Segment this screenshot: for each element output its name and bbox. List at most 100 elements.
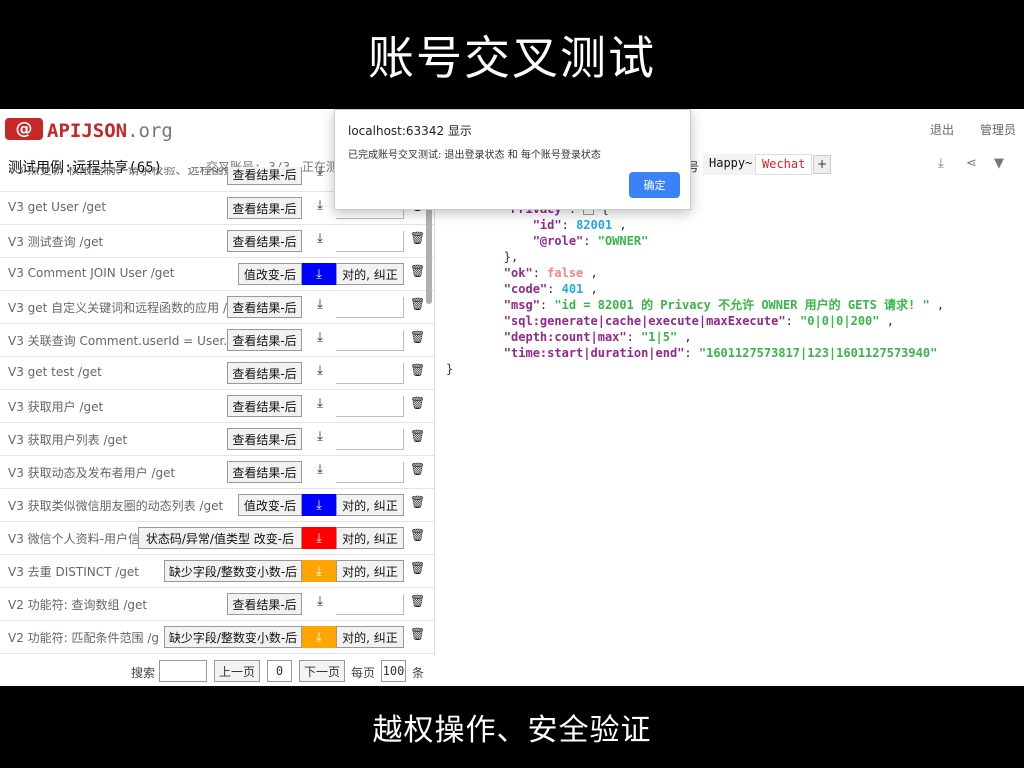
test-case-row[interactable]: V3 微信个人资料-用户信 状态码/异常/值类型 改变-后 ⤓ 对的, 纠正 🗑 bbox=[0, 522, 434, 555]
compare-field[interactable] bbox=[336, 363, 404, 384]
result-button[interactable]: 查看结果-后 bbox=[227, 167, 302, 185]
logo-badge: @ bbox=[5, 118, 43, 140]
per-page-label: 每页 bbox=[351, 666, 376, 680]
compare-field[interactable] bbox=[336, 594, 404, 615]
test-case-row[interactable]: V2 功能符: 查询数组 /get 查看结果-后 ⤓ 🗑 bbox=[0, 588, 434, 621]
download-icon[interactable]: ⤓ bbox=[938, 156, 944, 171]
trash-icon[interactable]: 🗑 bbox=[410, 396, 425, 410]
download-icon[interactable]: ⤓ bbox=[312, 396, 328, 416]
json-key: "id" bbox=[532, 218, 562, 232]
test-case-row[interactable]: V3 关联查询 Comment.userId = User. 查看结果-后 ⤓ 🗑 bbox=[0, 324, 434, 357]
download-icon[interactable]: ⤓ bbox=[302, 626, 336, 648]
download-icon[interactable]: ⤓ bbox=[302, 527, 336, 549]
result-button[interactable]: 状态码/异常/值类型 改变-后 bbox=[138, 527, 302, 549]
test-case-row[interactable]: V3 Comment JOIN User /get 值改变-后 ⤓ 对的, 纠正 🗑 bbox=[0, 258, 434, 291]
shirt-icon[interactable]: ▼ bbox=[994, 156, 1004, 171]
compare-field[interactable] bbox=[336, 429, 404, 450]
test-case-row[interactable]: V3 获取动态及发布者用户 /get 查看结果-后 ⤓ 🗑 bbox=[0, 456, 434, 489]
result-button[interactable]: 查看结果-后 bbox=[227, 329, 302, 351]
download-icon[interactable]: ⤓ bbox=[312, 330, 328, 350]
trash-icon[interactable]: 🗑 bbox=[410, 297, 425, 311]
compare-field[interactable] bbox=[336, 297, 404, 318]
trash-icon[interactable]: 🗑 bbox=[410, 495, 425, 509]
alert-dialog: localhost:63342 显示 已完成账号交叉测试: 退出登录状态 和 每… bbox=[334, 109, 691, 210]
correct-button[interactable]: 对的, 纠正 bbox=[336, 527, 404, 549]
result-button[interactable]: 查看结果-后 bbox=[227, 197, 302, 219]
trash-icon[interactable]: 🗑 bbox=[410, 627, 425, 641]
test-case-name: V3 获取用户列表 /get bbox=[8, 433, 128, 447]
download-icon[interactable]: ⤓ bbox=[312, 297, 328, 317]
test-case-row[interactable]: V3 获取类似微信朋友圈的动态列表 /get 值改变-后 ⤓ 对的, 纠正 🗑 bbox=[0, 489, 434, 522]
compare-field[interactable] bbox=[336, 231, 404, 252]
next-page-button[interactable]: 下一页 bbox=[299, 660, 345, 682]
slide-caption: 越权操作、安全验证 bbox=[0, 686, 1024, 768]
compare-field[interactable] bbox=[336, 330, 404, 351]
download-icon[interactable]: ⤓ bbox=[302, 494, 336, 516]
test-case-name: V3 get User /get bbox=[8, 200, 107, 214]
result-button[interactable]: 查看结果-后 bbox=[227, 296, 302, 318]
download-icon[interactable]: ⤓ bbox=[312, 462, 328, 482]
result-button[interactable]: 值改变-后 bbox=[238, 494, 302, 516]
test-case-row[interactable]: V3 get test /get 查看结果-后 ⤓ 🗑 bbox=[0, 357, 434, 390]
test-case-row[interactable]: V3 获取用户列表 /get 查看结果-后 ⤓ 🗑 bbox=[0, 423, 434, 456]
logout-link[interactable]: 退出 bbox=[930, 121, 954, 138]
per-page-input[interactable]: 100 bbox=[381, 660, 406, 682]
correct-button[interactable]: 对的, 纠正 bbox=[336, 263, 404, 285]
result-button[interactable]: 查看结果-后 bbox=[227, 428, 302, 450]
compare-field[interactable] bbox=[336, 462, 404, 483]
account-happy[interactable]: Happy~ bbox=[703, 154, 759, 175]
result-button[interactable]: 缺少字段/整数变小数-后 bbox=[164, 560, 302, 582]
prev-page-button[interactable]: 上一页 bbox=[214, 660, 260, 682]
correct-button[interactable]: 对的, 纠正 bbox=[336, 626, 404, 648]
result-button[interactable]: 缺少字段/整数变小数-后 bbox=[164, 626, 302, 648]
slide-title: 账号交叉测试 bbox=[0, 0, 1024, 109]
search-input[interactable] bbox=[159, 660, 207, 682]
add-account-button[interactable]: + bbox=[813, 155, 831, 174]
download-icon[interactable]: ⤓ bbox=[312, 167, 328, 184]
trash-icon[interactable]: 🗑 bbox=[410, 264, 425, 278]
download-icon[interactable]: ⤓ bbox=[312, 594, 328, 614]
page-input[interactable]: 0 bbox=[267, 660, 292, 682]
result-button[interactable]: 查看结果-后 bbox=[227, 362, 302, 384]
test-case-row[interactable]: V2 功能符: 匹配条件范围 /g 缺少字段/整数变小数-后 ⤓ 对的, 纠正 🗑 bbox=[0, 621, 434, 654]
admin-link[interactable]: 管理员 bbox=[980, 121, 1016, 138]
download-icon[interactable]: ⤓ bbox=[312, 231, 328, 251]
trash-icon[interactable]: 🗑 bbox=[410, 462, 425, 476]
trash-icon[interactable]: 🗑 bbox=[410, 330, 425, 344]
trash-icon[interactable]: 🗑 bbox=[410, 594, 425, 608]
result-button[interactable]: 查看结果-后 bbox=[227, 395, 302, 417]
test-case-name: V3 测试查询 /get bbox=[8, 235, 104, 249]
download-icon[interactable]: ⤓ bbox=[302, 263, 336, 285]
json-string: "1601127573817|123|1601127573940" bbox=[698, 346, 938, 360]
test-case-row[interactable]: V3 测试查询 /get 查看结果-后 ⤓ 🗑 bbox=[0, 225, 434, 258]
test-case-row[interactable]: V3 get 自定义关键词和远程函数的应用 / 查看结果-后 ⤓ 🗑 bbox=[0, 291, 434, 324]
result-button[interactable]: 查看结果-后 bbox=[227, 593, 302, 615]
trash-icon[interactable]: 🗑 bbox=[410, 363, 425, 377]
trash-icon[interactable]: 🗑 bbox=[410, 528, 425, 542]
share-icon[interactable]: ⋖ bbox=[966, 156, 977, 171]
trash-icon[interactable]: 🗑 bbox=[410, 429, 425, 443]
result-button[interactable]: 查看结果-后 bbox=[227, 461, 302, 483]
logo-suffix: .org bbox=[127, 120, 173, 142]
trash-icon[interactable]: 🗑 bbox=[410, 231, 425, 245]
download-icon[interactable]: ⤓ bbox=[312, 429, 328, 449]
account-wechat[interactable]: Wechat bbox=[755, 154, 813, 175]
json-string: "OWNER" bbox=[597, 234, 649, 248]
correct-button[interactable]: 对的, 纠正 bbox=[336, 494, 404, 516]
compare-field[interactable] bbox=[336, 396, 404, 417]
test-case-row[interactable]: V3 去重 DISTINCT /get 缺少字段/整数变小数-后 ⤓ 对的, 纠正 🗑 bbox=[0, 555, 434, 588]
result-button[interactable]: 值改变-后 bbox=[238, 263, 302, 285]
dialog-ok-button[interactable]: 确定 bbox=[629, 172, 680, 198]
trash-icon[interactable]: 🗑 bbox=[410, 561, 425, 575]
download-icon[interactable]: ⤓ bbox=[312, 198, 328, 218]
dialog-title: localhost:63342 显示 bbox=[348, 124, 472, 138]
download-icon[interactable]: ⤓ bbox=[302, 560, 336, 582]
download-icon[interactable]: ⤓ bbox=[312, 363, 328, 383]
logo-name: APIJSON bbox=[47, 120, 128, 142]
test-case-name: V3 获取用户 /get bbox=[8, 400, 104, 414]
result-button[interactable]: 查看结果-后 bbox=[227, 230, 302, 252]
correct-button[interactable]: 对的, 纠正 bbox=[336, 560, 404, 582]
logo[interactable]: APIJSON.org bbox=[47, 120, 173, 142]
test-case-name: V2 功能符: 查询数组 /get bbox=[8, 598, 148, 612]
test-case-row[interactable]: V3 获取用户 /get 查看结果-后 ⤓ 🗑 bbox=[0, 390, 434, 423]
